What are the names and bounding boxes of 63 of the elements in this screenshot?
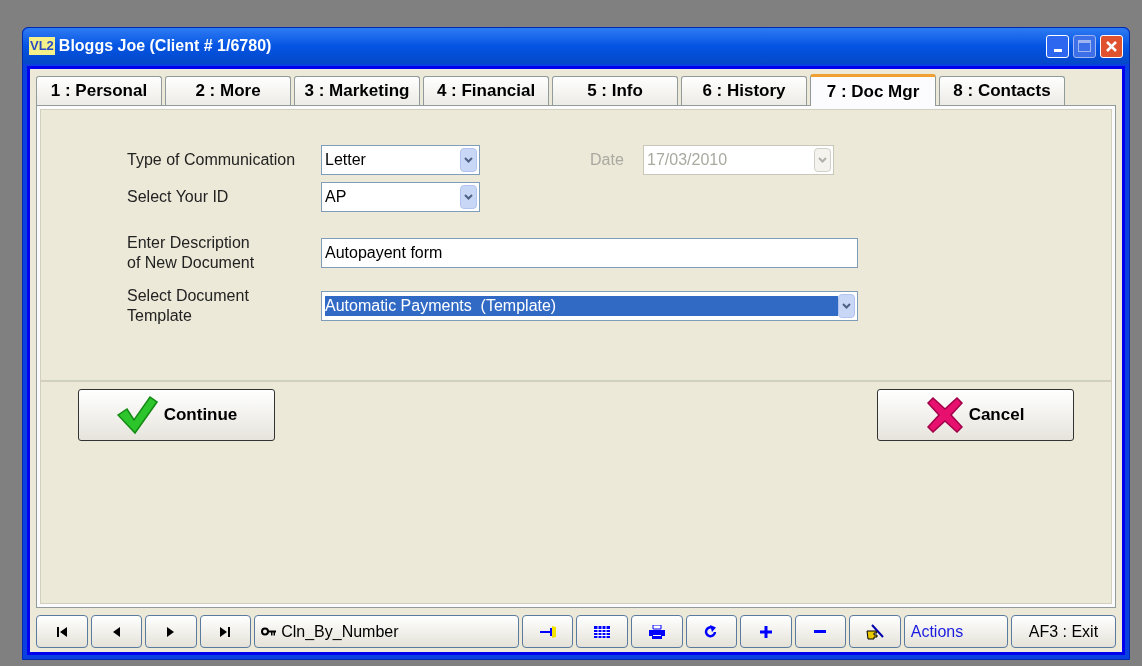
toolbar-button[interactable] <box>631 615 683 648</box>
cancel-button[interactable]: Cancel <box>877 389 1074 441</box>
select-value: Letter <box>325 150 367 170</box>
close-icon <box>1105 39 1118 53</box>
toolbar-button[interactable] <box>576 615 628 648</box>
communication-select[interactable]: Letter <box>321 145 480 175</box>
dropdown-button[interactable] <box>838 294 855 318</box>
toolbar-button[interactable] <box>685 615 738 648</box>
toolbar-button[interactable] <box>794 615 847 648</box>
tab[interactable]: 2 : More <box>165 76 291 105</box>
triangle-right-icon <box>166 625 176 638</box>
field-label: Enter Description of New Document <box>127 233 256 273</box>
redo-arrow-icon <box>704 624 719 639</box>
description-field[interactable]: Autopayent form <box>321 238 858 268</box>
tab[interactable]: 8 : Contacts <box>939 76 1065 105</box>
grid-icon <box>594 625 611 638</box>
tab[interactable]: 4 : Financial <box>423 76 549 105</box>
tab[interactable]: 3 : Marketing <box>294 76 420 105</box>
key-icon <box>261 627 278 636</box>
dropdown-button[interactable] <box>460 185 477 209</box>
printer-icon <box>648 624 665 639</box>
select-value: 17/03/2010 <box>647 150 729 170</box>
chevron-down-icon <box>842 303 851 309</box>
chevron-down-icon <box>464 157 473 163</box>
app-logo: VL2 <box>29 37 55 55</box>
field-label: Select Document Template <box>127 286 250 326</box>
tab[interactable]: 5 : Info <box>552 76 678 105</box>
checkmark-icon <box>115 395 158 435</box>
plus-icon <box>759 625 772 638</box>
select-value: Automatic Payments (Template) <box>325 296 838 316</box>
tab[interactable]: 6 : History <box>681 76 807 105</box>
toolbar-button[interactable] <box>199 615 252 648</box>
close-button[interactable] <box>1100 34 1123 58</box>
window-title: Bloggs Joe (Client # 1/6780) <box>58 36 273 56</box>
maximize-icon <box>1078 40 1091 52</box>
dropdown-button[interactable] <box>460 148 477 172</box>
actions-button[interactable]: Actions <box>903 615 1008 648</box>
field-label: Type of Communication <box>127 150 297 170</box>
triangle-left-icon <box>111 625 121 638</box>
index-button[interactable]: Cln_By_Number <box>254 615 519 648</box>
skip-first-icon <box>55 625 68 638</box>
exit-button[interactable]: AF3 : Exit <box>1010 615 1116 648</box>
minus-icon <box>814 629 827 634</box>
continue-button[interactable]: Continue <box>78 389 275 441</box>
pointing-hand-icon <box>865 622 884 641</box>
toolbar-button[interactable] <box>36 615 88 648</box>
template-select[interactable]: Automatic Payments (Template) <box>321 291 858 321</box>
toolbar-button[interactable] <box>740 615 792 648</box>
toolbar-button[interactable] <box>849 615 901 648</box>
chevron-down-icon <box>464 194 473 200</box>
field-label: Select Your ID <box>127 187 230 207</box>
minimize-button[interactable] <box>1046 34 1069 58</box>
cross-icon <box>926 397 963 433</box>
tab[interactable]: 1 : Personal <box>36 76 162 105</box>
chevron-down-icon <box>818 157 827 163</box>
toolbar-button[interactable] <box>521 615 574 648</box>
select-value: AP <box>325 187 348 207</box>
skip-last-icon <box>219 625 232 638</box>
field-label: Date <box>590 150 625 170</box>
id-select[interactable]: AP <box>321 182 480 212</box>
tab[interactable]: 7 : Doc Mgr <box>810 74 936 106</box>
pin-icon <box>539 625 556 638</box>
minimize-icon <box>1053 48 1062 52</box>
